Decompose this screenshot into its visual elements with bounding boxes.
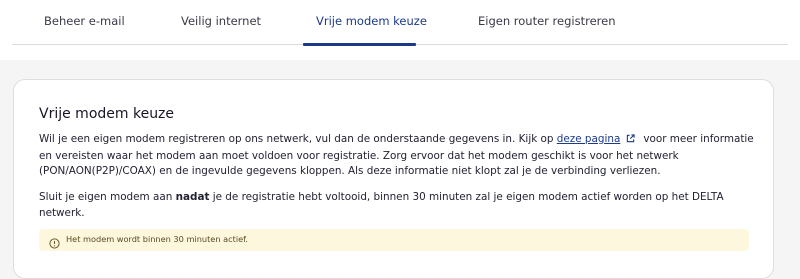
- active-tab-indicator: [303, 43, 416, 46]
- modem-card: Vrije modem keuze Wil je een eigen modem…: [13, 79, 774, 279]
- intro-paragraph: Wil je een eigen modem registreren op on…: [39, 132, 754, 180]
- tab-veilig-internet[interactable]: Veilig internet: [181, 14, 261, 44]
- card-title: Vrije modem keuze: [39, 106, 175, 122]
- connect-text-before: Sluit je eigen modem aan: [39, 191, 176, 203]
- tab-bar: Beheer e-mail Veilig internet Vrije mode…: [0, 0, 800, 60]
- external-link-icon[interactable]: [626, 133, 635, 149]
- notice-text: Het modem wordt binnen 30 minuten actief…: [66, 234, 249, 244]
- tab-eigen-router-registreren[interactable]: Eigen router registreren: [478, 14, 615, 44]
- tab-vrije-modem-keuze[interactable]: Vrije modem keuze: [316, 14, 427, 44]
- connect-emphasis: nadat: [175, 191, 210, 203]
- intro-text-before: Wil je een eigen modem registreren op on…: [39, 133, 557, 145]
- connect-paragraph: Sluit je eigen modem aan nadat je de reg…: [39, 190, 754, 221]
- info-circle-icon: [49, 234, 60, 253]
- tab-beheer-email[interactable]: Beheer e-mail: [44, 14, 125, 44]
- activation-notice: Het modem wordt binnen 30 minuten actief…: [39, 229, 749, 251]
- info-page-link[interactable]: deze pagina: [557, 133, 621, 145]
